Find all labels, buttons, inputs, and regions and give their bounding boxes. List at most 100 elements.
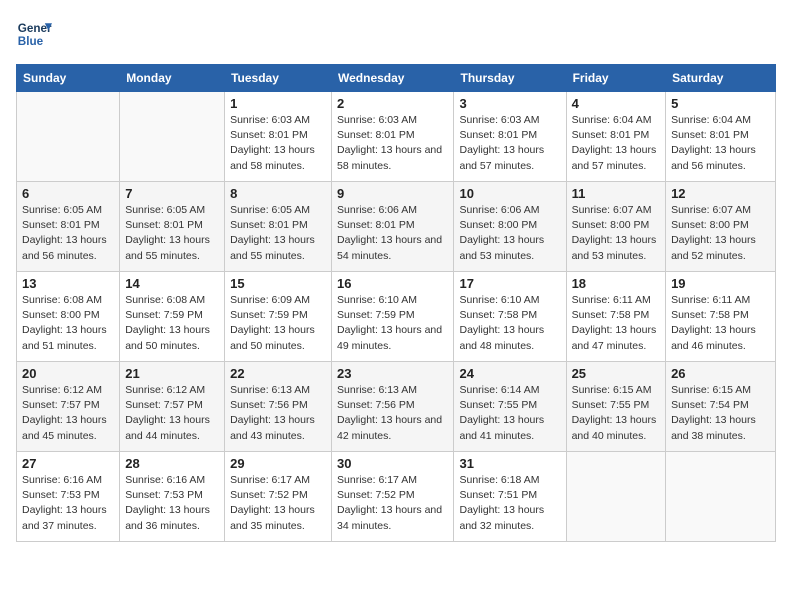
calendar-cell: 22 Sunrise: 6:13 AM Sunset: 7:56 PM Dayli… [225,362,332,452]
calendar-cell: 21 Sunrise: 6:12 AM Sunset: 7:57 PM Dayli… [120,362,225,452]
day-info: Sunrise: 6:15 AM Sunset: 7:55 PM Dayligh… [572,383,660,444]
day-number: 23 [337,366,448,381]
day-info: Sunrise: 6:05 AM Sunset: 8:01 PM Dayligh… [22,203,114,264]
day-info: Sunrise: 6:07 AM Sunset: 8:00 PM Dayligh… [572,203,660,264]
calendar-cell: 9 Sunrise: 6:06 AM Sunset: 8:01 PM Daylig… [332,182,454,272]
day-number: 15 [230,276,326,291]
calendar-cell: 2 Sunrise: 6:03 AM Sunset: 8:01 PM Daylig… [332,92,454,182]
calendar-cell: 6Sunrise: 6:05 AM Sunset: 8:01 PM Daylig… [17,182,120,272]
day-info: Sunrise: 6:13 AM Sunset: 7:56 PM Dayligh… [337,383,448,444]
calendar-cell: 1 Sunrise: 6:03 AM Sunset: 8:01 PM Daylig… [225,92,332,182]
day-info: Sunrise: 6:13 AM Sunset: 7:56 PM Dayligh… [230,383,326,444]
week-row-2: 6Sunrise: 6:05 AM Sunset: 8:01 PM Daylig… [17,182,776,272]
weekday-header-thursday: Thursday [454,65,566,92]
weekday-header-sunday: Sunday [17,65,120,92]
calendar-cell: 15 Sunrise: 6:09 AM Sunset: 7:59 PM Dayli… [225,272,332,362]
day-number: 1 [230,96,326,111]
day-info: Sunrise: 6:12 AM Sunset: 7:57 PM Dayligh… [125,383,219,444]
calendar-cell [120,92,225,182]
weekday-row: SundayMondayTuesdayWednesdayThursdayFrid… [17,65,776,92]
day-number: 3 [459,96,560,111]
day-number: 24 [459,366,560,381]
day-info: Sunrise: 6:04 AM Sunset: 8:01 PM Dayligh… [671,113,770,174]
day-info: Sunrise: 6:07 AM Sunset: 8:00 PM Dayligh… [671,203,770,264]
logo-icon: General Blue [16,16,52,52]
day-info: Sunrise: 6:06 AM Sunset: 8:00 PM Dayligh… [459,203,560,264]
calendar-cell: 11 Sunrise: 6:07 AM Sunset: 8:00 PM Dayli… [566,182,665,272]
calendar-cell [666,452,776,542]
day-info: Sunrise: 6:03 AM Sunset: 8:01 PM Dayligh… [459,113,560,174]
day-info: Sunrise: 6:11 AM Sunset: 7:58 PM Dayligh… [671,293,770,354]
day-number: 20 [22,366,114,381]
day-info: Sunrise: 6:03 AM Sunset: 8:01 PM Dayligh… [230,113,326,174]
day-number: 18 [572,276,660,291]
calendar-cell: 10 Sunrise: 6:06 AM Sunset: 8:00 PM Dayli… [454,182,566,272]
week-row-4: 20 Sunrise: 6:12 AM Sunset: 7:57 PM Dayli… [17,362,776,452]
day-number: 11 [572,186,660,201]
day-info: Sunrise: 6:17 AM Sunset: 7:52 PM Dayligh… [337,473,448,534]
day-info: Sunrise: 6:16 AM Sunset: 7:53 PM Dayligh… [22,473,114,534]
day-info: Sunrise: 6:08 AM Sunset: 7:59 PM Dayligh… [125,293,219,354]
weekday-header-saturday: Saturday [666,65,776,92]
day-number: 26 [671,366,770,381]
day-number: 13 [22,276,114,291]
day-number: 25 [572,366,660,381]
day-info: Sunrise: 6:05 AM Sunset: 8:01 PM Dayligh… [125,203,219,264]
day-info: Sunrise: 6:17 AM Sunset: 7:52 PM Dayligh… [230,473,326,534]
day-info: Sunrise: 6:18 AM Sunset: 7:51 PM Dayligh… [459,473,560,534]
calendar-cell: 17Sunrise: 6:10 AM Sunset: 7:58 PM Dayli… [454,272,566,362]
day-number: 9 [337,186,448,201]
day-info: Sunrise: 6:06 AM Sunset: 8:01 PM Dayligh… [337,203,448,264]
calendar-cell: 30 Sunrise: 6:17 AM Sunset: 7:52 PM Dayli… [332,452,454,542]
calendar-cell: 3 Sunrise: 6:03 AM Sunset: 8:01 PM Daylig… [454,92,566,182]
calendar-header: SundayMondayTuesdayWednesdayThursdayFrid… [17,65,776,92]
day-number: 28 [125,456,219,471]
day-info: Sunrise: 6:04 AM Sunset: 8:01 PM Dayligh… [572,113,660,174]
day-number: 2 [337,96,448,111]
calendar-cell: 16Sunrise: 6:10 AM Sunset: 7:59 PM Dayli… [332,272,454,362]
week-row-1: 1 Sunrise: 6:03 AM Sunset: 8:01 PM Daylig… [17,92,776,182]
day-number: 22 [230,366,326,381]
day-number: 27 [22,456,114,471]
weekday-header-friday: Friday [566,65,665,92]
day-number: 10 [459,186,560,201]
day-number: 21 [125,366,219,381]
day-number: 7 [125,186,219,201]
calendar-cell: 12 Sunrise: 6:07 AM Sunset: 8:00 PM Dayli… [666,182,776,272]
calendar-cell: 18Sunrise: 6:11 AM Sunset: 7:58 PM Dayli… [566,272,665,362]
day-number: 8 [230,186,326,201]
calendar-body: 1 Sunrise: 6:03 AM Sunset: 8:01 PM Daylig… [17,92,776,542]
calendar-cell: 20 Sunrise: 6:12 AM Sunset: 7:57 PM Dayli… [17,362,120,452]
calendar-cell: 27 Sunrise: 6:16 AM Sunset: 7:53 PM Dayli… [17,452,120,542]
day-number: 4 [572,96,660,111]
week-row-3: 13Sunrise: 6:08 AM Sunset: 8:00 PM Dayli… [17,272,776,362]
logo: General Blue [16,16,52,52]
calendar-cell: 14Sunrise: 6:08 AM Sunset: 7:59 PM Dayli… [120,272,225,362]
svg-text:Blue: Blue [18,35,44,48]
day-info: Sunrise: 6:14 AM Sunset: 7:55 PM Dayligh… [459,383,560,444]
day-number: 19 [671,276,770,291]
weekday-header-monday: Monday [120,65,225,92]
calendar-cell: 8 Sunrise: 6:05 AM Sunset: 8:01 PM Daylig… [225,182,332,272]
day-info: Sunrise: 6:09 AM Sunset: 7:59 PM Dayligh… [230,293,326,354]
calendar-cell: 26Sunrise: 6:15 AM Sunset: 7:54 PM Dayli… [666,362,776,452]
day-number: 31 [459,456,560,471]
day-info: Sunrise: 6:16 AM Sunset: 7:53 PM Dayligh… [125,473,219,534]
day-number: 29 [230,456,326,471]
calendar-cell: 24 Sunrise: 6:14 AM Sunset: 7:55 PM Dayli… [454,362,566,452]
day-info: Sunrise: 6:12 AM Sunset: 7:57 PM Dayligh… [22,383,114,444]
calendar-cell: 7 Sunrise: 6:05 AM Sunset: 8:01 PM Daylig… [120,182,225,272]
day-number: 5 [671,96,770,111]
weekday-header-tuesday: Tuesday [225,65,332,92]
calendar-cell: 31 Sunrise: 6:18 AM Sunset: 7:51 PM Dayli… [454,452,566,542]
weekday-header-wednesday: Wednesday [332,65,454,92]
day-number: 30 [337,456,448,471]
day-info: Sunrise: 6:05 AM Sunset: 8:01 PM Dayligh… [230,203,326,264]
day-number: 12 [671,186,770,201]
calendar-cell: 5 Sunrise: 6:04 AM Sunset: 8:01 PM Daylig… [666,92,776,182]
calendar-cell: 19 Sunrise: 6:11 AM Sunset: 7:58 PM Dayli… [666,272,776,362]
day-number: 16 [337,276,448,291]
day-info: Sunrise: 6:03 AM Sunset: 8:01 PM Dayligh… [337,113,448,174]
calendar-cell: 29 Sunrise: 6:17 AM Sunset: 7:52 PM Dayli… [225,452,332,542]
day-number: 17 [459,276,560,291]
